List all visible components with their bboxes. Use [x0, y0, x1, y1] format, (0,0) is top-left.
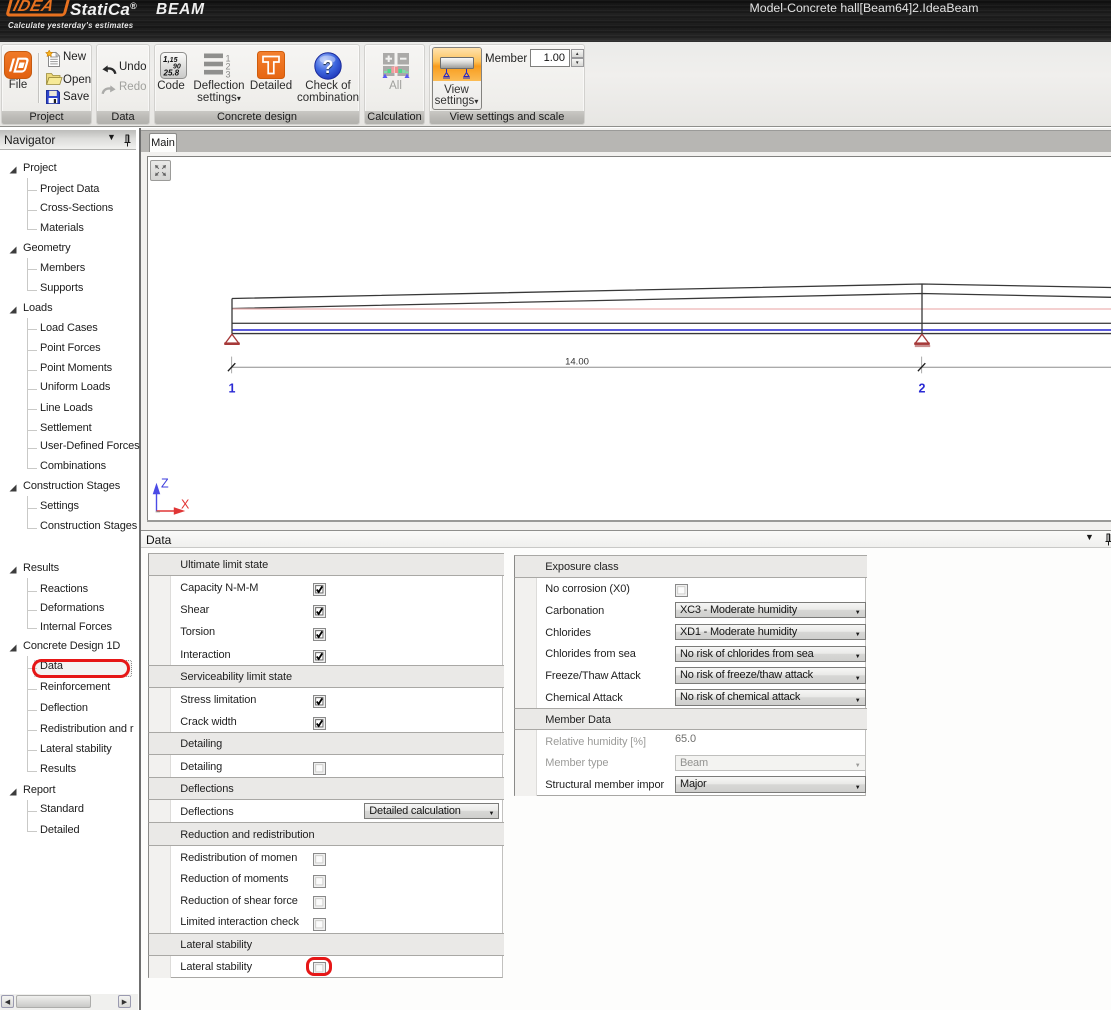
svg-text:X: X [181, 498, 190, 512]
svg-text:14.00: 14.00 [565, 357, 589, 368]
svg-text:2: 2 [919, 382, 926, 396]
svg-text:Z: Z [161, 477, 169, 491]
svg-text:1: 1 [229, 382, 236, 396]
svg-text:IDEA: IDEA [11, 0, 56, 15]
svg-text:?: ? [322, 57, 333, 77]
svg-text:3: 3 [226, 70, 231, 79]
svg-text:25.8: 25.8 [162, 68, 179, 77]
